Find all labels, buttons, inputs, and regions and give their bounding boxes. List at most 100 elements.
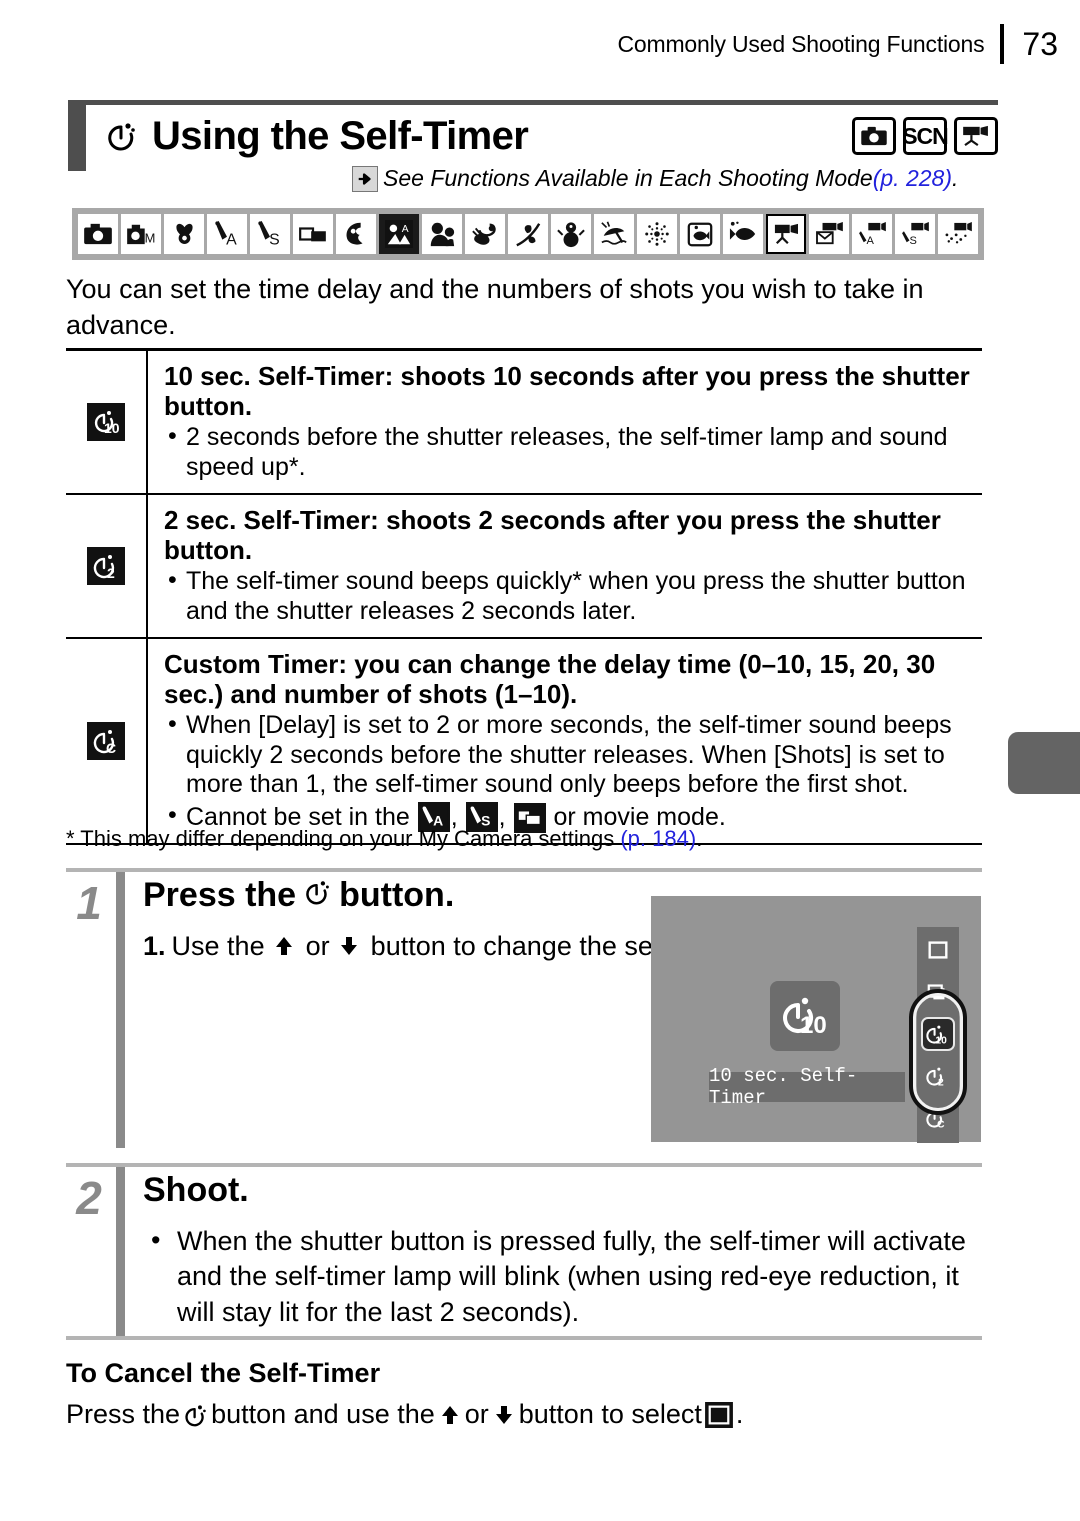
self-timer-icon: [183, 1401, 208, 1428]
foliage-icon: [508, 214, 548, 254]
scn-mode-badge: SCN: [902, 117, 949, 155]
digital-macro-icon: [164, 214, 204, 254]
table-row-body: Custom Timer: you can change the delay t…: [148, 639, 982, 844]
movie-standard-icon: [766, 214, 806, 254]
title-accent-bar: [68, 105, 86, 171]
manual-mode-icon: M: [121, 214, 161, 254]
see-also-link[interactable]: (p. 228): [873, 165, 952, 192]
lcd-menu-continuous[interactable]: [921, 975, 955, 1009]
shutter-priority-icon: S: [250, 214, 290, 254]
intro-paragraph: You can set the time delay and the numbe…: [66, 274, 924, 340]
down-arrow-icon: [492, 1403, 516, 1427]
single-shot-icon: [704, 1401, 733, 1428]
table-row: 2 2 sec. Self-Timer: shoots 2 seconds af…: [66, 494, 982, 639]
kids-and-pets-icon: [422, 214, 462, 254]
table-row-icon-cell: 2: [66, 494, 148, 637]
table-row-icon-cell: C: [66, 638, 148, 844]
self-timer-custom-icon: C: [87, 721, 125, 760]
svg-text:2: 2: [938, 1077, 944, 1088]
footnote-period: .: [696, 826, 703, 851]
cancel-mid-1: button and use the: [211, 1399, 435, 1429]
lcd-menu-timer-10[interactable]: 10: [921, 1017, 955, 1051]
footnote-link[interactable]: (p. 184): [620, 826, 696, 851]
self-timer-table: 10 10 sec. Self-Timer: shoots 10 seconds…: [66, 348, 982, 846]
svg-text:10: 10: [935, 1035, 947, 1046]
substep-mid: or: [305, 931, 330, 961]
aquarium-icon: [680, 214, 720, 254]
table-row-icon-cell: 10: [66, 351, 148, 493]
underwater-icon: [723, 214, 763, 254]
step-1-title-pre: Press the: [143, 876, 297, 914]
cancel-pre: Press the: [66, 1399, 181, 1429]
step-2-bottom-rule: [66, 1336, 982, 1341]
portrait-icon: [336, 214, 376, 254]
table-row-bullets: The self-timer sound beeps quickly* when…: [164, 566, 982, 627]
step-2-title: Shoot.: [143, 1171, 249, 1209]
fireworks-icon: [637, 214, 677, 254]
table-row-bullets: 2 seconds before the shutter releases, t…: [164, 422, 982, 483]
table-row-body: 2 sec. Self-Timer: shoots 2 seconds afte…: [148, 495, 982, 637]
down-arrow-icon: [337, 932, 363, 958]
up-arrow-icon: [438, 1403, 462, 1427]
svg-text:A: A: [866, 235, 874, 246]
table-row-body: 10 sec. Self-Timer: shoots 10 seconds af…: [148, 351, 982, 493]
header-title: Commonly Used Shooting Functions: [617, 30, 985, 57]
cancel-self-timer-section: To Cancel the Self-Timer Press the butto…: [66, 1358, 982, 1430]
movie-color-icon: [938, 214, 978, 254]
table-row-heading: 2 sec. Self-Timer: shoots 2 seconds afte…: [164, 504, 941, 565]
camera-mode-badge: [852, 117, 896, 155]
footnote-text: * This may differ depending on your My C…: [66, 826, 621, 851]
step-2-number: 2: [76, 1172, 102, 1224]
table-row-heading: Custom Timer: you can change the delay t…: [164, 648, 936, 709]
cancel-instruction: Press the button and use the or button t…: [66, 1399, 982, 1430]
shooting-mode-icon-strip: M A S A A S: [72, 208, 984, 260]
see-also-text: See Functions Available in Each Shooting…: [383, 165, 873, 191]
table-row-bullets: When [Delay] is set to 2 or more seconds…: [164, 710, 982, 834]
lcd-status-label: 10 sec. Self-Timer: [709, 1065, 905, 1109]
aperture-priority-icon: A: [207, 214, 247, 254]
lcd-menu-timer-2[interactable]: 2: [921, 1059, 955, 1093]
svg-text:2: 2: [107, 565, 115, 581]
see-also-line: See Functions Available in Each Shooting…: [352, 165, 958, 192]
see-also-period: .: [951, 165, 959, 191]
cancel-period: .: [735, 1399, 744, 1429]
beach-icon: [594, 214, 634, 254]
self-timer-icon: [304, 876, 331, 915]
list-item: 2 seconds before the shutter releases, t…: [164, 422, 982, 483]
lcd-selected-mode-icon: 10: [770, 981, 840, 1051]
step-1-title-post: button.: [339, 876, 455, 914]
stitch-assist-icon: [293, 214, 333, 254]
svg-text:M: M: [145, 230, 156, 245]
lcd-drive-mode-menu[interactable]: 10 2 C: [917, 927, 959, 1143]
chapter-edge-tab: [1008, 732, 1080, 794]
header-divider: [1000, 24, 1005, 64]
self-timer-2sec-icon: 2: [87, 546, 125, 585]
substep-pre: Use the: [171, 931, 265, 961]
step-1-number: 1: [76, 877, 102, 929]
svg-text:C: C: [937, 1119, 945, 1130]
page-title: Using the Self-Timer: [152, 113, 529, 158]
step-2-block: 2 Shoot. When the shutter button is pres…: [66, 1163, 982, 1341]
section-title-block: Using the Self-Timer SCN: [68, 100, 998, 171]
lcd-menu-single-shot[interactable]: [921, 933, 955, 967]
camera-lcd-screenshot: 10 10 sec. Self-Timer 10 2 C: [651, 896, 981, 1143]
svg-text:10: 10: [800, 1012, 827, 1039]
self-timer-icon: [104, 118, 138, 154]
svg-text:S: S: [909, 235, 916, 246]
right-arrow-icon: [352, 165, 378, 192]
table-row: 10 10 sec. Self-Timer: shoots 10 seconds…: [66, 348, 982, 495]
step-1-accent-bar: [116, 872, 125, 1148]
page-header: Commonly Used Shooting Functions 73: [618, 22, 1058, 66]
movie-compact-icon: [809, 214, 849, 254]
cancel-mid-2: or: [464, 1399, 489, 1429]
self-timer-10sec-icon: 10: [87, 402, 125, 441]
table-row-heading: 10 sec. Self-Timer: shoots 10 seconds af…: [164, 361, 970, 422]
cancel-mid-3: button to select: [518, 1399, 702, 1429]
lcd-menu-timer-custom[interactable]: C: [921, 1101, 955, 1135]
step-1-substep-number: 1.: [143, 931, 166, 961]
svg-text:C: C: [106, 740, 116, 756]
movie-aperture-icon: A: [852, 214, 892, 254]
footnote: * This may differ depending on your My C…: [66, 826, 982, 852]
indoor-icon: [465, 214, 505, 254]
list-item: The self-timer sound beeps quickly* when…: [164, 566, 982, 627]
